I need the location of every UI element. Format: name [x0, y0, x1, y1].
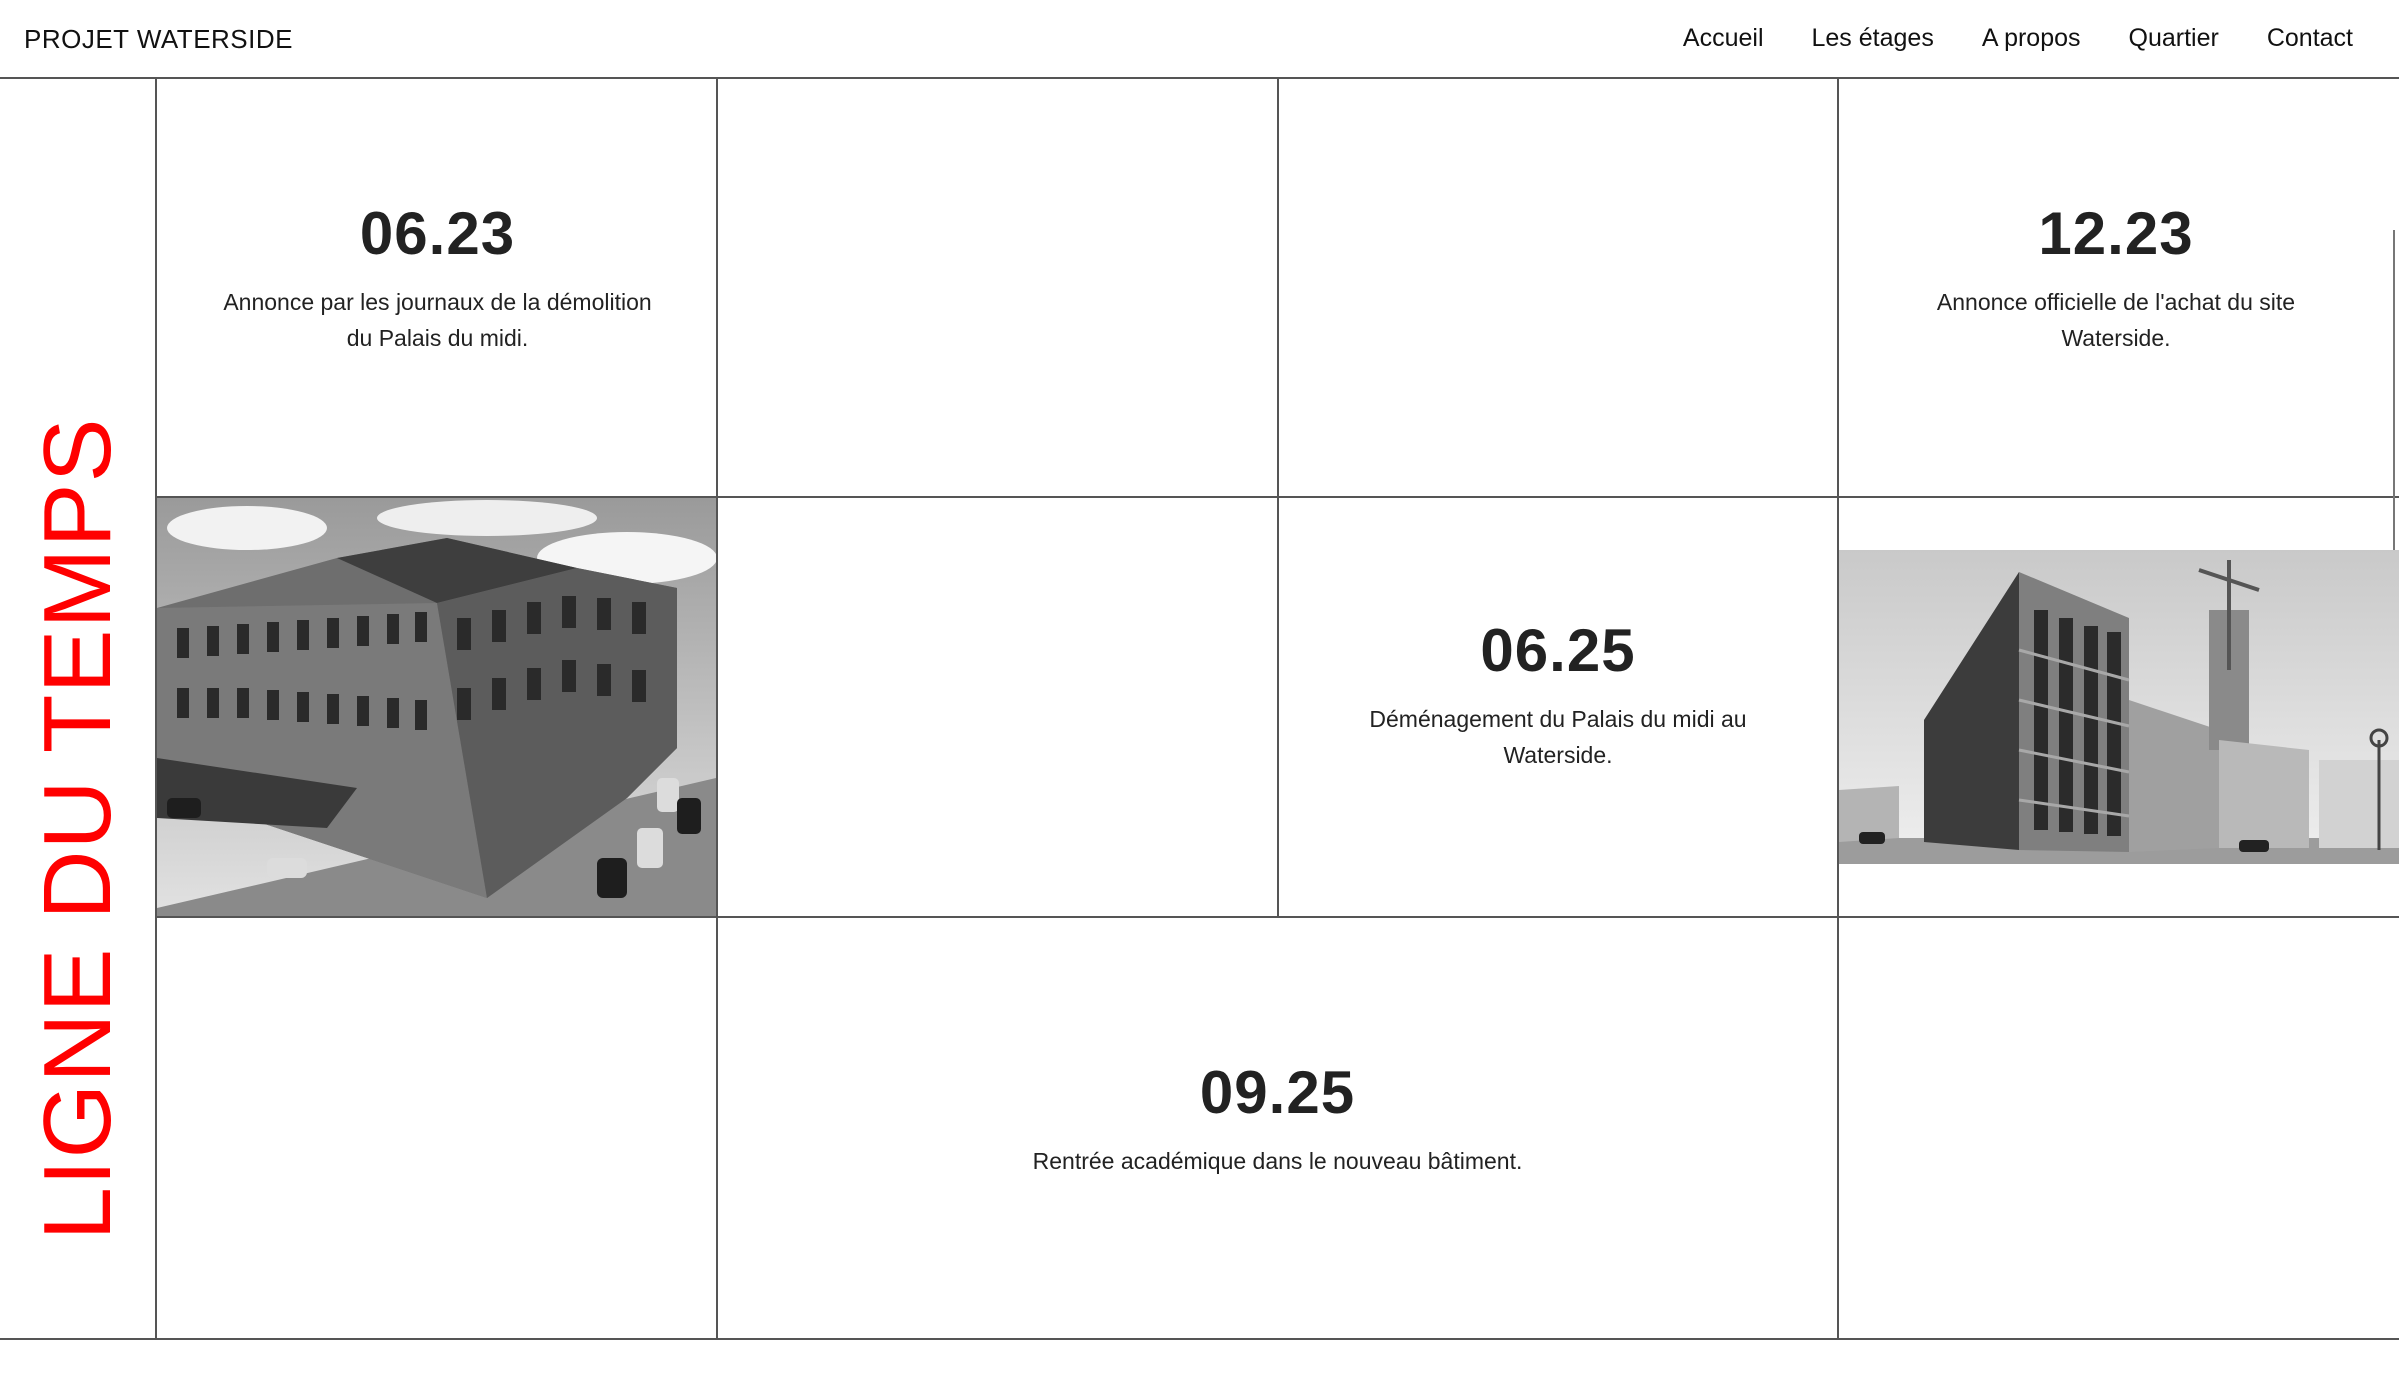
- entry-date: 09.25: [1199, 1059, 1356, 1126]
- timeline-entry-0623: 06.23 Annonce par les journaux de la dém…: [159, 81, 716, 496]
- bottom-divider: [0, 1338, 2399, 1340]
- nav-a-propos[interactable]: A propos: [1982, 24, 2081, 53]
- nav-les-etages[interactable]: Les étages: [1812, 24, 1934, 53]
- entry-text: Annonce officielle de l'achat du site Wa…: [1936, 289, 2296, 351]
- site-brand[interactable]: PROJET WATERSIDE: [24, 24, 293, 55]
- entry-text: Annonce par les journaux de la démolitio…: [223, 289, 652, 351]
- nav-quartier[interactable]: Quartier: [2129, 24, 2219, 53]
- old-building-image: [157, 498, 716, 916]
- timeline-title: LIGNE DU TEMPS: [24, 417, 131, 1241]
- nav-accueil[interactable]: Accueil: [1683, 24, 1764, 53]
- entry-text: Rentrée académique dans le nouveau bâtim…: [1032, 1148, 1523, 1174]
- entry-date: 06.25: [1480, 617, 1636, 684]
- entry-date: 06.23: [359, 200, 516, 267]
- nav-contact[interactable]: Contact: [2267, 24, 2353, 53]
- timeline-entry-1223: 12.23 Annonce officielle de l'achat du s…: [1839, 81, 2393, 496]
- site-header: PROJET WATERSIDE Accueil Les étages A pr…: [0, 0, 2399, 79]
- main-nav: Accueil Les étages A propos Quartier Con…: [1683, 24, 2353, 53]
- scrollbar[interactable]: [2393, 230, 2395, 550]
- entry-date: 12.23: [2038, 200, 2194, 267]
- new-building-image: [1839, 550, 2399, 864]
- entry-text: Déménagement du Palais du midi au Waters…: [1369, 706, 1747, 768]
- timeline-entry-0625: 06.25 Déménagement du Palais du midi au …: [1279, 498, 1837, 916]
- timeline-entry-0925: 09.25 Rentrée académique dans le nouveau…: [718, 918, 1837, 1338]
- waterside-building-photo: [1839, 550, 2399, 864]
- timeline-sidebar: LIGNE DU TEMPS: [0, 79, 157, 1340]
- palais-du-midi-photo: [157, 498, 716, 916]
